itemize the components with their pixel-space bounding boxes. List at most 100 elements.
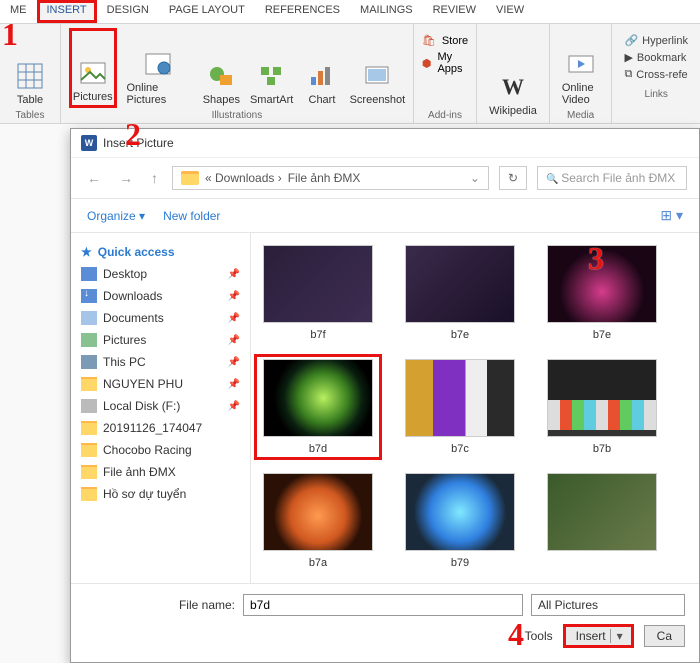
online-pictures-button[interactable]: Online Pictures xyxy=(123,28,194,108)
sidebar-item-downloads[interactable]: Downloads📌 xyxy=(75,285,246,307)
word-icon: W xyxy=(81,135,97,151)
pictures-button[interactable]: Pictures xyxy=(69,28,117,108)
breadcrumb[interactable]: « Downloads › File ảnh ĐMX ⌄ xyxy=(172,166,489,190)
sidebar-item-desktop[interactable]: Desktop📌 xyxy=(75,263,246,285)
file-item-b7d[interactable]: b7d xyxy=(259,359,377,455)
sidebar-label-quick: Quick access xyxy=(98,245,175,259)
sidebar-item-local[interactable]: Local Disk (F:)📌 xyxy=(75,395,246,417)
sidebar-label-local: Local Disk (F:) xyxy=(103,399,180,413)
group-label-links: Links xyxy=(645,87,668,100)
sidebar-item-fileanh[interactable]: File ảnh ĐMX xyxy=(75,461,246,483)
store-button[interactable]: 🛍Store xyxy=(422,34,468,47)
pin-icon: 📌 xyxy=(228,313,240,324)
file-item-b7e2[interactable]: b7e xyxy=(543,245,661,341)
myapps-button[interactable]: ⬢My Apps xyxy=(422,51,468,75)
cancel-button[interactable]: Ca xyxy=(644,625,685,647)
crossref-button[interactable]: ⧉Cross-refe xyxy=(624,68,688,81)
tab-home[interactable]: ME xyxy=(0,0,37,23)
file-item-b7e[interactable]: b7e xyxy=(401,245,519,341)
bookmark-button[interactable]: ▶Bookmark xyxy=(624,51,688,64)
file-label: b7e xyxy=(593,329,611,341)
file-item-b7c[interactable]: b7c xyxy=(401,359,519,455)
sidebar-label-hoso: Hồ sơ dự tuyển xyxy=(103,487,186,501)
group-label-media: Media xyxy=(567,108,594,121)
file-item-b7f[interactable]: b7f xyxy=(259,245,377,341)
sidebar-item-date[interactable]: 20191126_174047 xyxy=(75,417,246,439)
chart-icon xyxy=(308,62,336,90)
search-input[interactable]: Search File ảnh ĐMX xyxy=(537,166,687,190)
nav-fwd-icon[interactable]: → xyxy=(115,168,137,188)
breadcrumb-dropdown-icon[interactable]: ⌄ xyxy=(470,171,480,185)
online-video-button[interactable]: Online Video xyxy=(558,28,604,108)
shapes-button[interactable]: Shapes xyxy=(199,28,243,108)
hyperlink-label: Hyperlink xyxy=(642,35,688,47)
thumbnail xyxy=(263,245,373,323)
store-icon: 🛍 xyxy=(422,34,436,47)
crumb-downloads[interactable]: « Downloads › xyxy=(205,171,282,185)
crossref-label: Cross-refe xyxy=(636,69,687,81)
pictures-folder-icon xyxy=(81,333,97,347)
folder-icon xyxy=(81,421,97,435)
myapps-icon: ⬢ xyxy=(422,57,432,70)
thumbnail xyxy=(263,473,373,551)
online-pictures-label: Online Pictures xyxy=(127,82,190,106)
tab-mailings[interactable]: MAILINGS xyxy=(350,0,423,23)
insert-picture-dialog: W Insert Picture ← → ↑ « Downloads › Fil… xyxy=(70,128,700,663)
nav-up-icon[interactable]: ↑ xyxy=(147,168,162,188)
thumbnail xyxy=(547,359,657,437)
file-label: b7d xyxy=(309,443,327,455)
sidebar-label-fileanh: File ảnh ĐMX xyxy=(103,465,176,479)
tab-design[interactable]: DESIGN xyxy=(97,0,159,23)
newfolder-button[interactable]: New folder xyxy=(163,209,220,223)
file-label: b7b xyxy=(593,443,611,455)
thumbnail xyxy=(405,359,515,437)
shapes-label: Shapes xyxy=(203,94,240,106)
sidebar-item-documents[interactable]: Documents📌 xyxy=(75,307,246,329)
wikipedia-button[interactable]: W Wikipedia xyxy=(485,28,541,119)
sidebar-item-nguyen[interactable]: NGUYEN PHU📌 xyxy=(75,373,246,395)
tab-references[interactable]: REFERENCES xyxy=(255,0,350,23)
thumbnail xyxy=(405,245,515,323)
group-illustrations: Pictures Online Pictures Shapes SmartArt… xyxy=(61,24,414,123)
smartart-button[interactable]: SmartArt xyxy=(249,28,294,108)
tab-pagelayout[interactable]: PAGE LAYOUT xyxy=(159,0,255,23)
pictures-label: Pictures xyxy=(73,91,113,103)
filename-input[interactable] xyxy=(243,594,523,616)
filetype-filter[interactable]: All Pictures xyxy=(531,594,685,616)
crumb-current[interactable]: File ảnh ĐMX xyxy=(288,171,361,185)
shapes-icon xyxy=(207,62,235,90)
nav-back-icon[interactable]: ← xyxy=(83,168,105,188)
tab-review[interactable]: REVIEW xyxy=(423,0,486,23)
star-icon: ★ xyxy=(81,245,92,259)
sidebar-label-nguyen: NGUYEN PHU xyxy=(103,377,183,391)
screenshot-icon xyxy=(363,62,391,90)
file-item-b7b[interactable]: b7b xyxy=(543,359,661,455)
online-video-label: Online Video xyxy=(562,82,600,106)
organize-button[interactable]: Organize ▾ xyxy=(87,209,145,223)
sidebar-item-quickaccess[interactable]: ★ Quick access xyxy=(75,241,246,263)
file-item-b79[interactable]: b79 xyxy=(401,473,519,569)
table-button[interactable]: Table xyxy=(8,28,52,108)
view-options-icon[interactable]: ⊞ ▾ xyxy=(660,207,683,224)
sidebar-item-thispc[interactable]: This PC📌 xyxy=(75,351,246,373)
sidebar-label-pictures: Pictures xyxy=(103,333,146,347)
tools-button[interactable]: Tools xyxy=(525,629,553,643)
hyperlink-button[interactable]: 🔗Hyperlink xyxy=(624,34,688,47)
refresh-button[interactable]: ↻ xyxy=(499,166,527,190)
tab-insert[interactable]: INSERT xyxy=(37,0,97,23)
file-item[interactable] xyxy=(543,473,661,569)
sidebar-item-chocobo[interactable]: Chocobo Racing xyxy=(75,439,246,461)
folder-icon xyxy=(181,171,199,185)
chart-button[interactable]: Chart xyxy=(300,28,344,108)
file-item-b7a[interactable]: b7a xyxy=(259,473,377,569)
insert-button[interactable]: Insert ▾ xyxy=(563,624,634,648)
sidebar-item-hoso[interactable]: Hồ sơ dự tuyển xyxy=(75,483,246,505)
screenshot-button[interactable]: Screenshot xyxy=(350,28,405,108)
tab-view[interactable]: VIEW xyxy=(486,0,534,23)
insert-dropdown-icon[interactable]: ▾ xyxy=(610,629,629,643)
folder-icon xyxy=(81,443,97,457)
thumbnail xyxy=(405,473,515,551)
group-media: Online Video Media xyxy=(550,24,613,123)
group-addins: 🛍Store ⬢My Apps Add-ins xyxy=(414,24,477,123)
sidebar-item-pictures[interactable]: Pictures📌 xyxy=(75,329,246,351)
